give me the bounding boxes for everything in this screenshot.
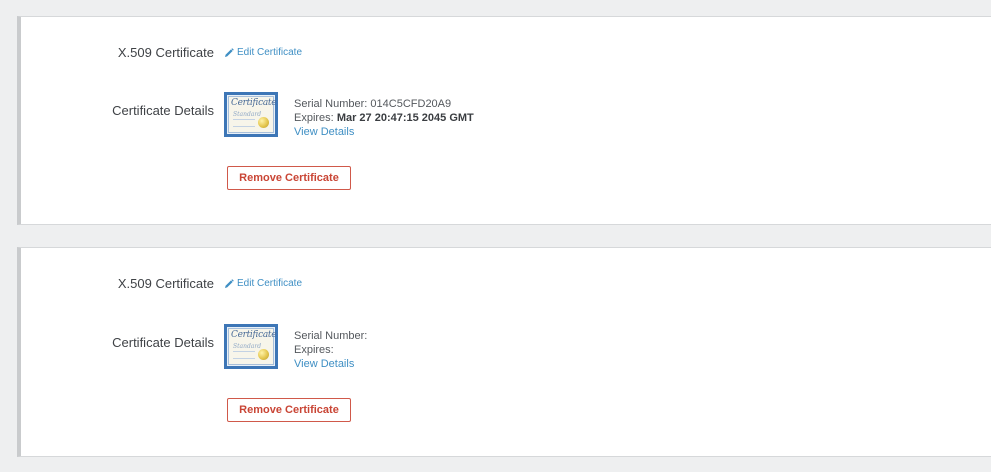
pencil-icon: [224, 278, 234, 289]
serial-label: Serial Number:: [294, 330, 368, 342]
remove-certificate-button[interactable]: Remove Certificate: [227, 166, 351, 190]
view-details-link[interactable]: View Details: [294, 357, 367, 371]
details-label: Certificate Details: [112, 335, 214, 350]
expires-label: Expires:: [294, 112, 334, 124]
expires-row: Expires:: [294, 343, 367, 357]
thumbnail-title: Certificate: [231, 98, 277, 108]
view-details-link[interactable]: View Details: [294, 125, 474, 139]
edit-certificate-label: Edit Certificate: [237, 278, 303, 289]
serial-value: 014C5CFD20A9: [370, 98, 452, 110]
certificate-details: Serial Number: 014C5CFD20A9 Expires: Mar…: [294, 97, 474, 139]
serial-row: Serial Number: 014C5CFD20A9: [294, 97, 474, 111]
seal-icon: [258, 349, 269, 360]
certificate-panel: X.509 Certificate Edit Certificate Certi…: [17, 16, 991, 225]
certificate-details: Serial Number: Expires: View Details: [294, 329, 367, 371]
certificate-panel: X.509 Certificate Edit Certificate Certi…: [17, 247, 991, 457]
expires-value: Mar 27 20:47:15 2045 GMT: [336, 112, 474, 124]
serial-row: Serial Number:: [294, 329, 367, 343]
edit-certificate-link[interactable]: Edit Certificate: [224, 278, 302, 289]
section-label: X.509 Certificate: [117, 276, 214, 291]
seal-icon: [258, 117, 269, 128]
thumbnail-title: Certificate: [231, 330, 277, 340]
edit-certificate-label: Edit Certificate: [237, 47, 303, 58]
expires-row: Expires: Mar 27 20:47:15 2045 GMT: [294, 111, 474, 125]
thumbnail-subtitle: Standard: [233, 343, 262, 350]
section-label: X.509 Certificate: [117, 45, 214, 60]
edit-certificate-link[interactable]: Edit Certificate: [224, 47, 302, 58]
certificate-thumbnail-icon: Certificate Standard: [224, 92, 278, 137]
details-label: Certificate Details: [112, 103, 214, 118]
thumbnail-subtitle: Standard: [233, 111, 262, 118]
pencil-icon: [224, 47, 234, 58]
expires-label: Expires:: [294, 344, 334, 356]
certificate-thumbnail-icon: Certificate Standard: [224, 324, 278, 369]
serial-label: Serial Number:: [294, 98, 368, 110]
remove-certificate-button[interactable]: Remove Certificate: [227, 398, 351, 422]
